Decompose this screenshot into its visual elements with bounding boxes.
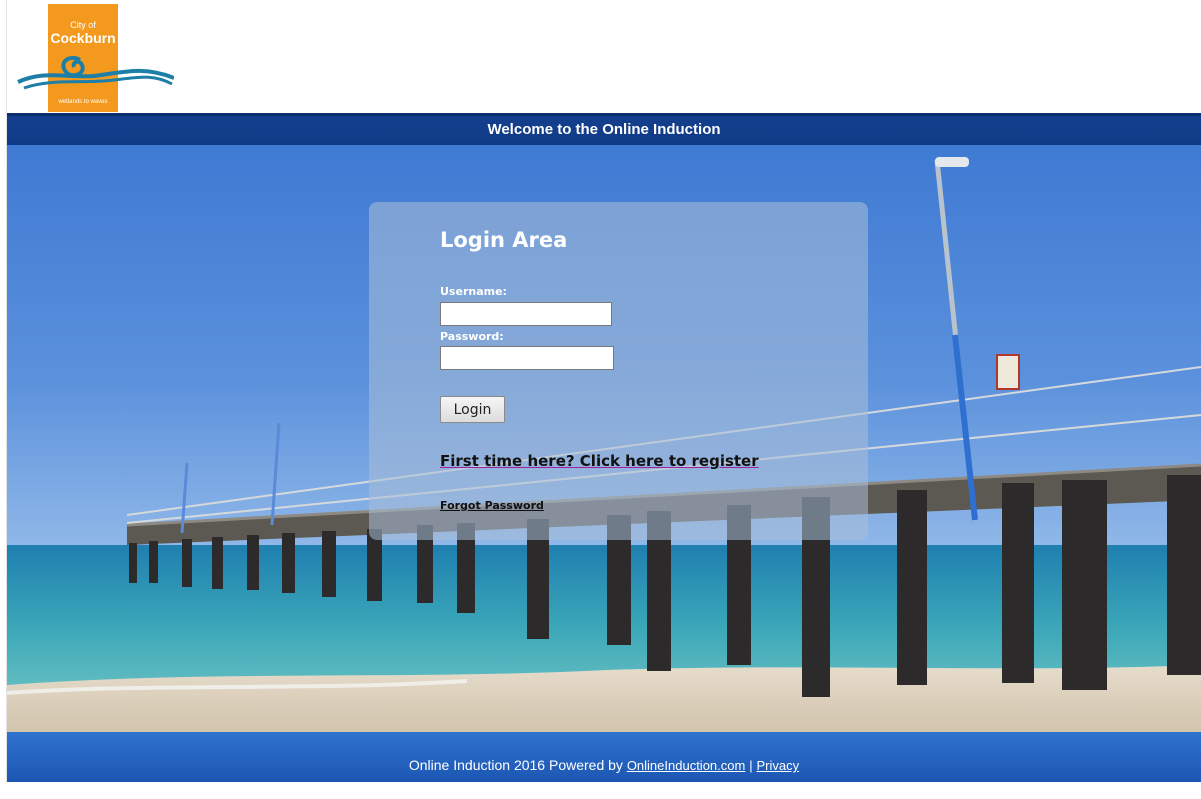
- privacy-link[interactable]: Privacy: [757, 758, 800, 773]
- username-label: Username:: [440, 285, 507, 298]
- welcome-bar: Welcome to the Online Induction: [7, 113, 1201, 145]
- onlineinduction-link[interactable]: OnlineInduction.com: [627, 758, 746, 773]
- username-input[interactable]: [440, 302, 612, 326]
- logo-tagline: wetlands to waves: [58, 99, 108, 105]
- footer-separator: |: [749, 758, 753, 773]
- footer-text: Online Induction 2016 Powered by: [408, 757, 623, 773]
- logo-city-line: City of: [70, 20, 96, 30]
- wave-logo-icon: [17, 55, 174, 90]
- password-input[interactable]: [440, 346, 614, 370]
- forgot-password-link[interactable]: Forgot Password: [440, 499, 544, 512]
- login-title: Login Area: [440, 228, 568, 252]
- logo-name-line: Cockburn: [50, 30, 116, 46]
- page-header: City of Cockburn wetlands to waves: [7, 0, 1201, 113]
- login-panel: Login Area Username: Password: Login Fir…: [369, 202, 868, 540]
- register-link[interactable]: First time here? Click here to register: [440, 452, 759, 470]
- login-button[interactable]: Login: [440, 396, 505, 423]
- page-footer: Online Induction 2016 Powered by OnlineI…: [7, 732, 1201, 782]
- password-label: Password:: [440, 330, 504, 343]
